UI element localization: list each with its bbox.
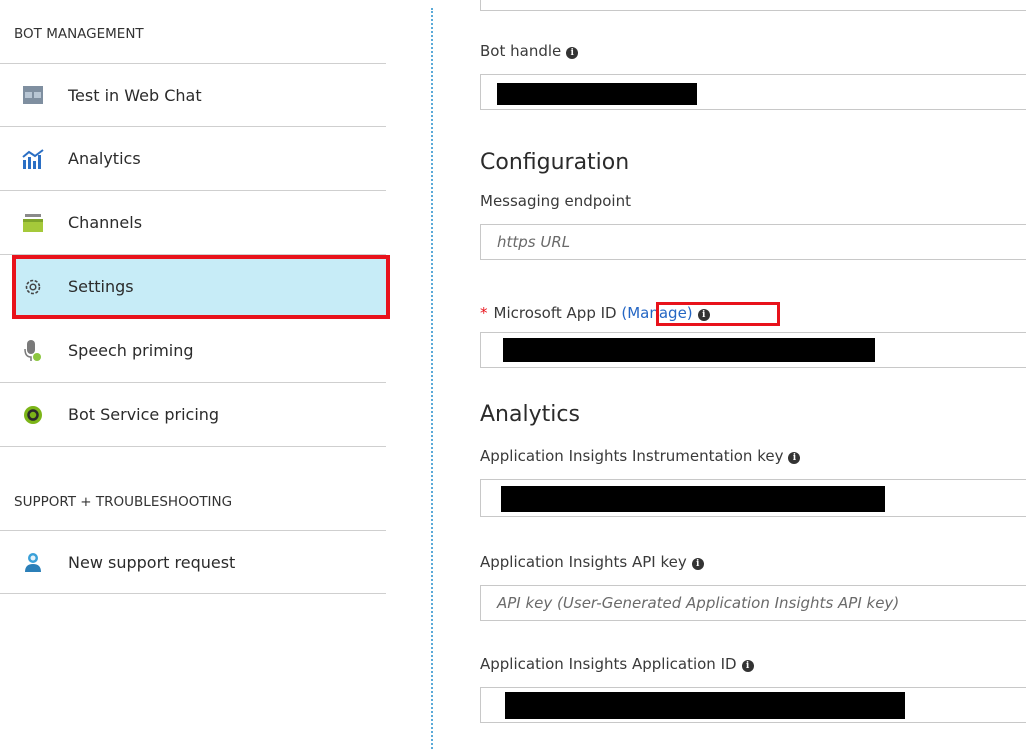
settings-content: Bot handle i Configuration Messaging endp… (480, 0, 1026, 749)
analytics-icon (22, 148, 44, 170)
sidebar-item-speech-priming[interactable]: Speech priming (0, 319, 386, 383)
bot-handle-label: Bot handle i (480, 42, 579, 60)
bot-handle-field[interactable] (480, 74, 1026, 110)
info-icon[interactable]: i (788, 452, 801, 464)
info-icon[interactable]: i (741, 660, 754, 672)
sidebar: BOT MANAGEMENT Test in Web Chat Analytic… (0, 0, 390, 749)
sidebar-item-label: Speech priming (68, 341, 194, 360)
instrumentation-key-label: Application Insights Instrumentation key… (480, 447, 801, 465)
required-marker: * (480, 304, 488, 322)
configuration-heading: Configuration (480, 150, 630, 175)
section-title-support: SUPPORT + TROUBLESHOOTING (14, 494, 233, 510)
sidebar-item-channels[interactable]: Channels (0, 191, 386, 255)
redacted-value (497, 83, 697, 105)
channels-icon (22, 212, 44, 234)
app-id-field[interactable] (480, 332, 1026, 368)
redacted-value (505, 692, 905, 719)
sidebar-item-test-in-web-chat[interactable]: Test in Web Chat (0, 63, 386, 127)
redacted-value (503, 338, 875, 362)
api-key-label: Application Insights API key i (480, 553, 704, 571)
pricing-icon (22, 404, 44, 426)
redacted-value (501, 486, 885, 512)
api-key-field[interactable]: API key (User-Generated Application Insi… (480, 585, 1026, 621)
section-title-bot-management: BOT MANAGEMENT (14, 26, 144, 42)
analytics-heading: Analytics (480, 402, 580, 427)
sidebar-item-settings[interactable]: Settings (12, 255, 390, 319)
sidebar-item-label: Channels (68, 213, 143, 232)
support-person-icon (22, 551, 44, 573)
sidebar-item-label: Analytics (68, 149, 141, 168)
sidebar-item-new-support-request[interactable]: New support request (0, 530, 386, 594)
app-insights-id-label: Application Insights Application ID i (480, 655, 754, 673)
info-icon[interactable]: i (691, 558, 704, 570)
manage-highlight (656, 302, 780, 326)
previous-field-bottom (480, 0, 1026, 11)
sidebar-item-label: Settings (68, 277, 134, 296)
info-icon[interactable]: i (566, 47, 579, 59)
sidebar-item-bot-service-pricing[interactable]: Bot Service pricing (0, 383, 386, 447)
sidebar-item-label: New support request (68, 552, 236, 572)
web-chat-icon (22, 84, 44, 106)
api-key-placeholder: API key (User-Generated Application Insi… (497, 594, 900, 612)
instrumentation-key-field[interactable] (480, 479, 1026, 517)
sidebar-item-analytics[interactable]: Analytics (0, 127, 386, 191)
sidebar-item-label: Test in Web Chat (68, 85, 202, 105)
messaging-endpoint-placeholder: https URL (497, 233, 571, 251)
gear-icon (22, 276, 44, 298)
pane-divider (431, 8, 433, 749)
sidebar-item-label: Bot Service pricing (68, 405, 220, 424)
speech-icon (22, 339, 44, 362)
app-insights-id-field[interactable] (480, 687, 1026, 723)
messaging-endpoint-label: Messaging endpoint (480, 192, 631, 210)
messaging-endpoint-field[interactable]: https URL (480, 224, 1026, 260)
